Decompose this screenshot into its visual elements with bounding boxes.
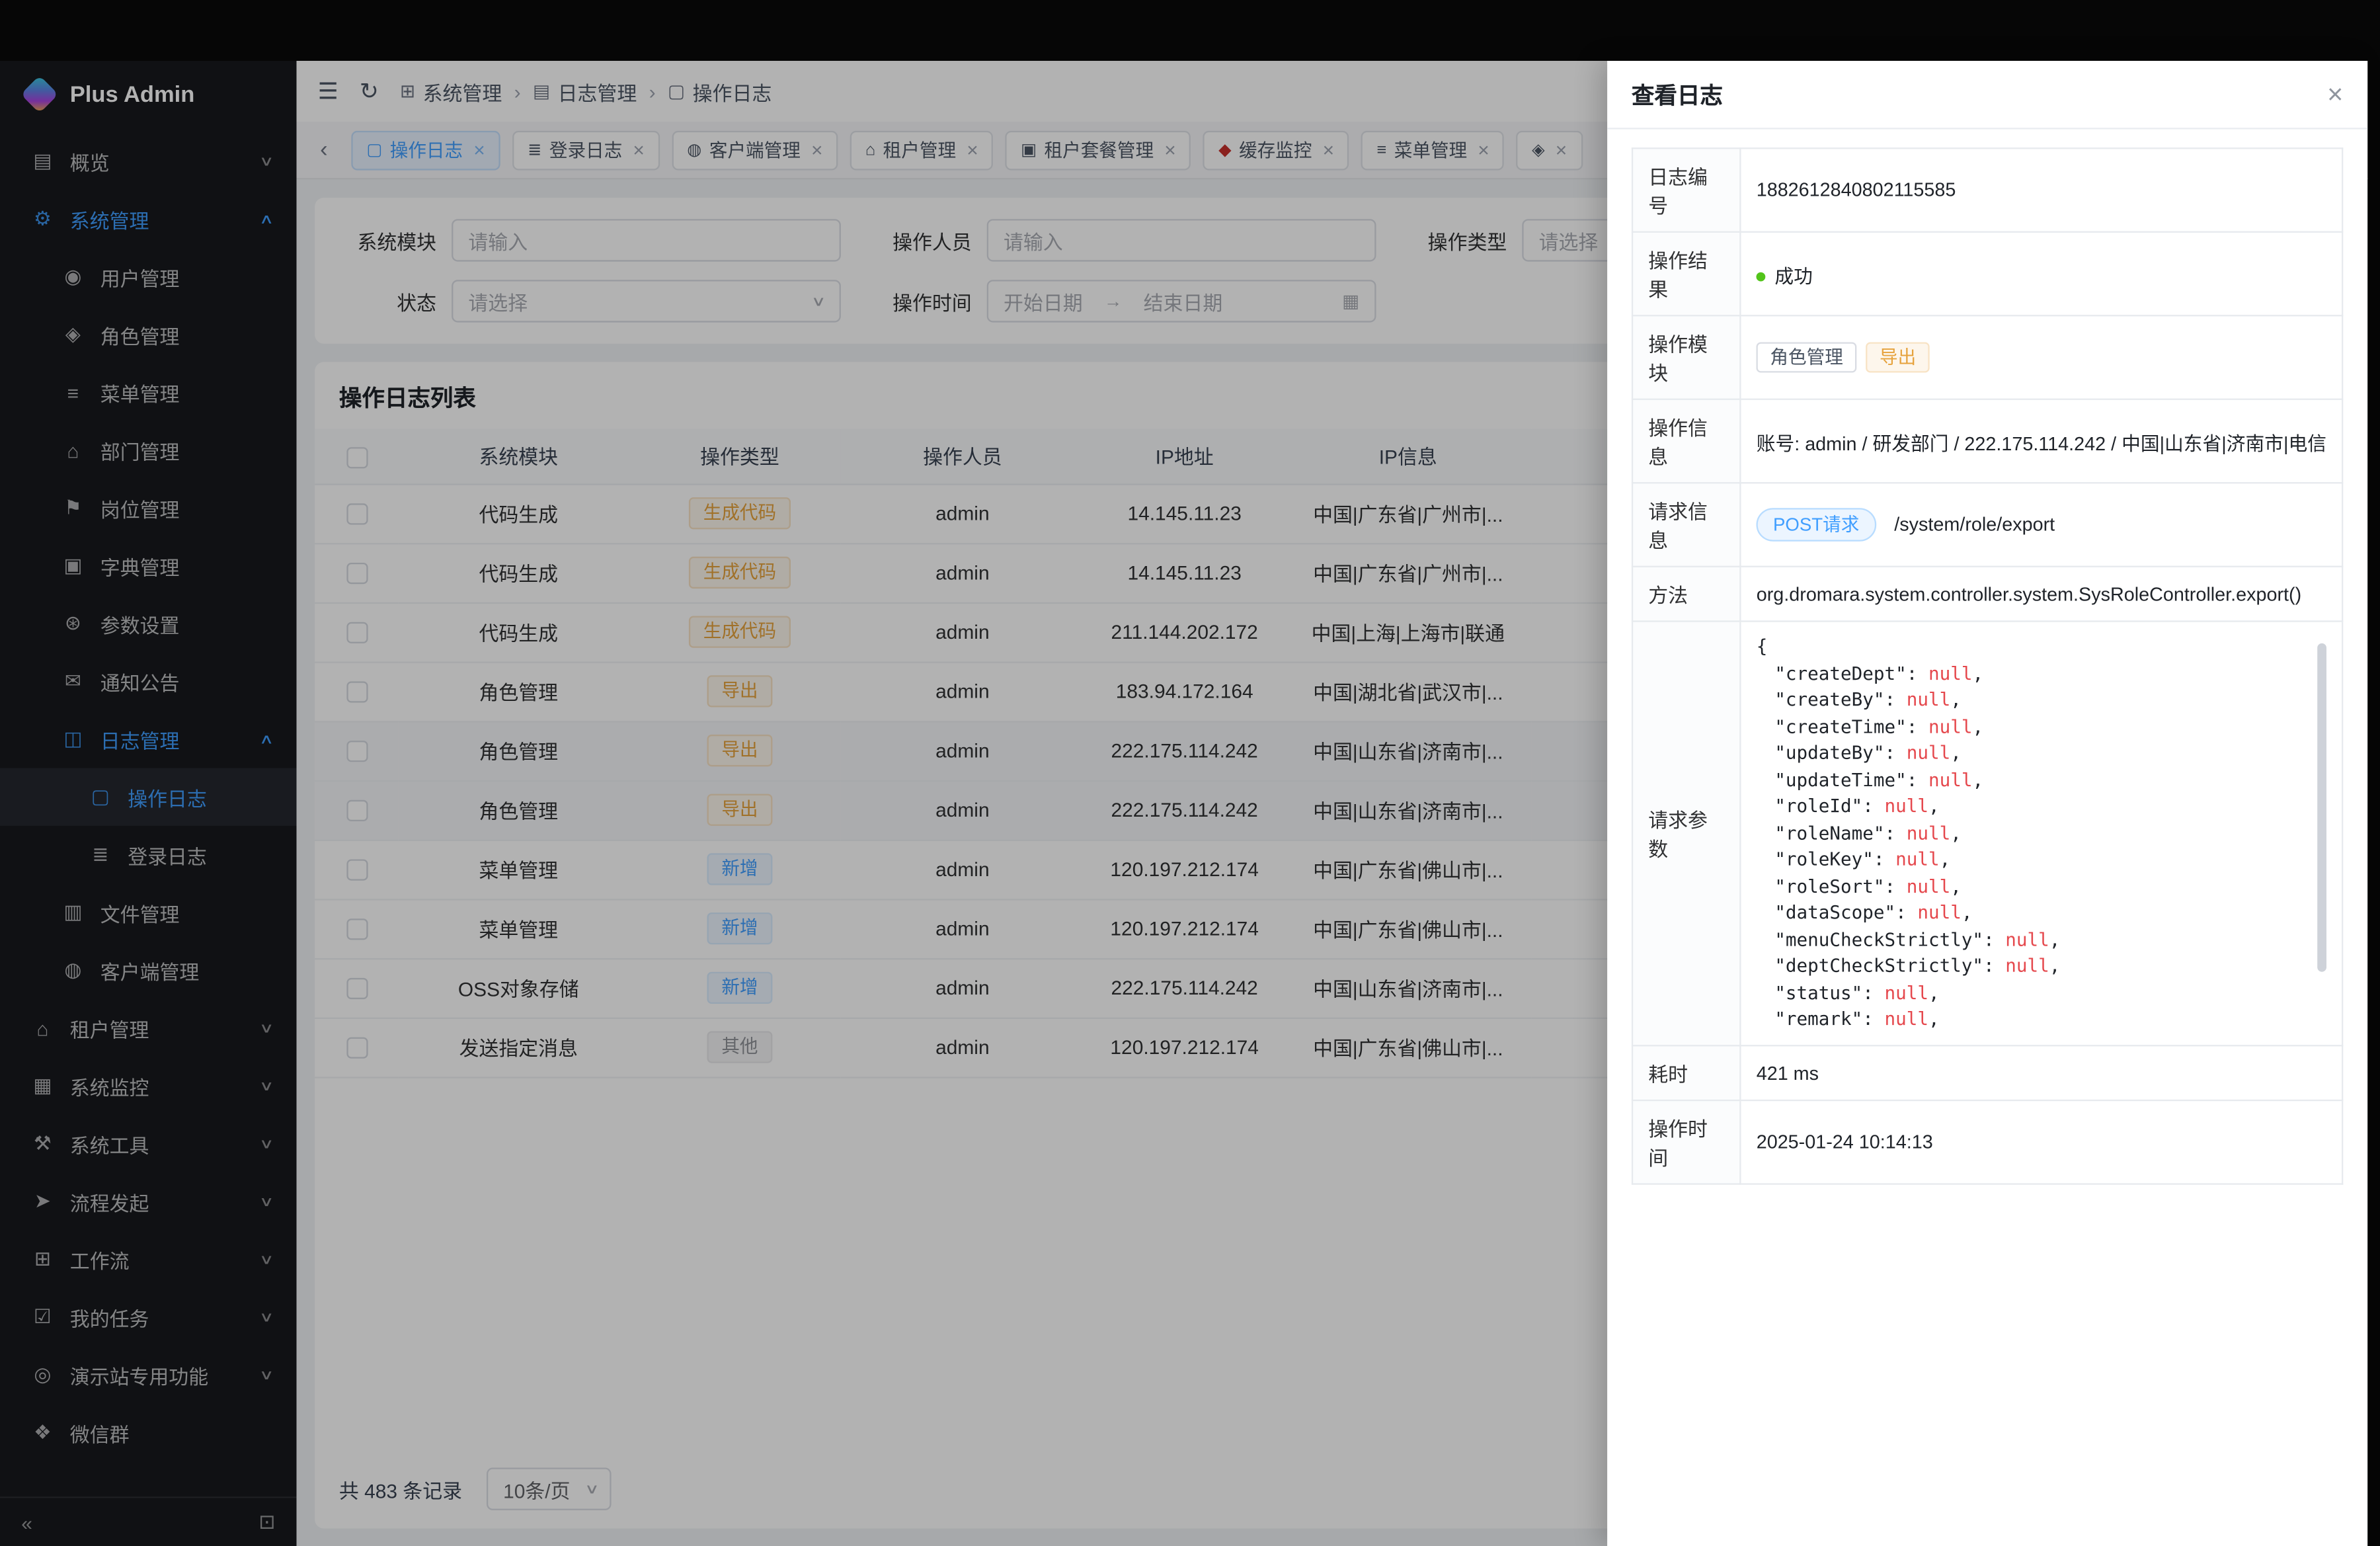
detail-value: 角色管理导出 [1741, 315, 2343, 399]
detail-row: 操作模块角色管理导出 [1632, 315, 2342, 399]
success-dot-icon [1757, 272, 1766, 282]
detail-row: 操作结果成功 [1632, 232, 2342, 316]
detail-row: 耗时421 ms [1632, 1045, 2342, 1100]
detail-value: org.dromara.system.controller.system.Sys… [1741, 567, 2343, 622]
detail-value: {"createDept": null,"createBy": null,"cr… [1741, 622, 2343, 1046]
detail-row: 方法org.dromara.system.controller.system.S… [1632, 567, 2342, 622]
detail-value: 421 ms [1741, 1045, 2343, 1100]
detail-label: 操作信息 [1632, 399, 1741, 483]
detail-value: POST请求/system/role/export [1741, 483, 2343, 567]
drawer-header: 查看日志 × [1607, 61, 2367, 130]
detail-value: 成功 [1741, 232, 2343, 316]
detail-value: 2025-01-24 10:14:13 [1741, 1100, 2343, 1184]
detail-row: 操作时间2025-01-24 10:14:13 [1632, 1100, 2342, 1184]
module-tag: 导出 [1866, 342, 1930, 374]
detail-label: 方法 [1632, 567, 1741, 622]
detail-row: 请求参数{"createDept": null,"createBy": null… [1632, 622, 2342, 1046]
request-path: /system/role/export [1894, 513, 2055, 534]
detail-value: 1882612840802115585 [1741, 148, 2343, 232]
json-scrollbar[interactable] [2317, 643, 2326, 972]
detail-row: 操作信息账号: admin / 研发部门 / 222.175.114.242 /… [1632, 399, 2342, 483]
request-params-json[interactable]: {"createDept": null,"createBy": null,"cr… [1757, 634, 2326, 1033]
detail-label: 耗时 [1632, 1045, 1741, 1100]
detail-label: 操作结果 [1632, 232, 1741, 316]
close-icon[interactable]: × [2327, 81, 2343, 108]
http-method-tag: POST请求 [1757, 507, 1876, 542]
view-log-drawer: 查看日志 × 日志编号1882612840802115585操作结果成功操作模块… [1607, 61, 2367, 1546]
module-tag: 角色管理 [1757, 342, 1857, 374]
detail-label: 操作时间 [1632, 1100, 1741, 1184]
detail-row: 日志编号1882612840802115585 [1632, 148, 2342, 232]
detail-label: 操作模块 [1632, 315, 1741, 399]
detail-value: 账号: admin / 研发部门 / 222.175.114.242 / 中国|… [1741, 399, 2343, 483]
detail-row: 请求信息POST请求/system/role/export [1632, 483, 2342, 567]
drawer-title: 查看日志 [1632, 78, 1723, 110]
screen: Plus Admin ▤概览∨⚙系统管理∧◉用户管理◈角色管理≡菜单管理⌂部门管… [0, 0, 2380, 1546]
log-detail-table: 日志编号1882612840802115585操作结果成功操作模块角色管理导出操… [1632, 147, 2343, 1185]
detail-label: 请求参数 [1632, 622, 1741, 1046]
drawer-body: 日志编号1882612840802115585操作结果成功操作模块角色管理导出操… [1607, 130, 2367, 1203]
detail-label: 请求信息 [1632, 483, 1741, 567]
detail-label: 日志编号 [1632, 148, 1741, 232]
